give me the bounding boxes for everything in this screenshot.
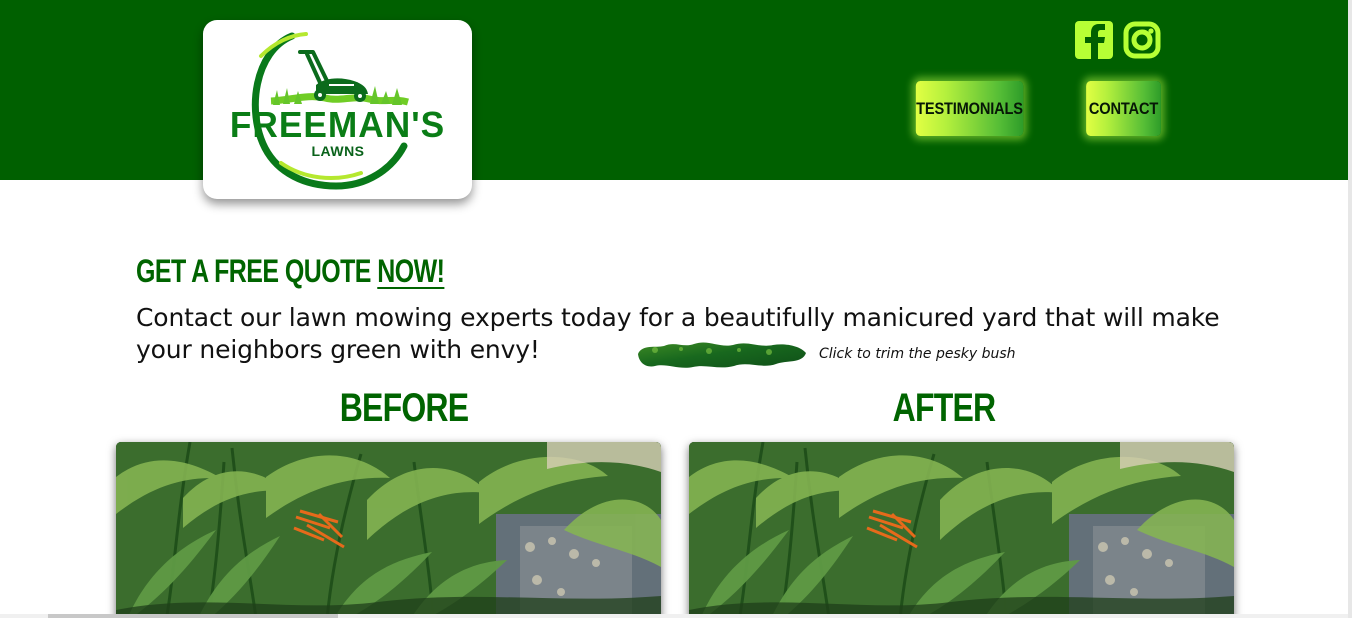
contact-button[interactable]: CONTACT — [1086, 81, 1161, 136]
facebook-link[interactable] — [1074, 20, 1114, 60]
pesky-bush-image[interactable] — [636, 338, 808, 370]
free-quote-heading: GET A FREE QUOTE NOW! — [136, 251, 445, 291]
testimonials-button[interactable]: TESTIMONIALS — [915, 81, 1024, 136]
bush-icon — [638, 342, 806, 368]
horizontal-scrollbar-thumb[interactable] — [48, 614, 338, 618]
before-photo — [116, 442, 661, 618]
overgrown-garden-image — [116, 442, 661, 618]
instagram-icon — [1123, 21, 1161, 59]
bush-trim-hint: Click to trim the pesky bush — [819, 346, 1016, 362]
vertical-scrollbar[interactable] — [1348, 0, 1352, 618]
before-heading: BEFORE — [339, 386, 469, 430]
logo-main-text: FREEMAN'S — [229, 104, 446, 145]
freemans-lawns-logo[interactable]: FREEMAN'S LAWNS — [203, 20, 472, 199]
logo-sub-text: LAWNS — [311, 143, 365, 159]
freemans-lawns-page: FREEMAN'S LAWNS TESTIMONIALS CONTACT GET… — [0, 0, 1352, 618]
now-link-text[interactable]: NOW! — [377, 253, 445, 289]
free-quote-heading-prefix: GET A FREE QUOTE — [136, 253, 378, 289]
trimmed-garden-image — [689, 442, 1234, 618]
after-heading: AFTER — [892, 386, 996, 430]
facebook-icon — [1075, 21, 1113, 59]
after-photo — [689, 442, 1234, 618]
instagram-link[interactable] — [1122, 20, 1162, 60]
